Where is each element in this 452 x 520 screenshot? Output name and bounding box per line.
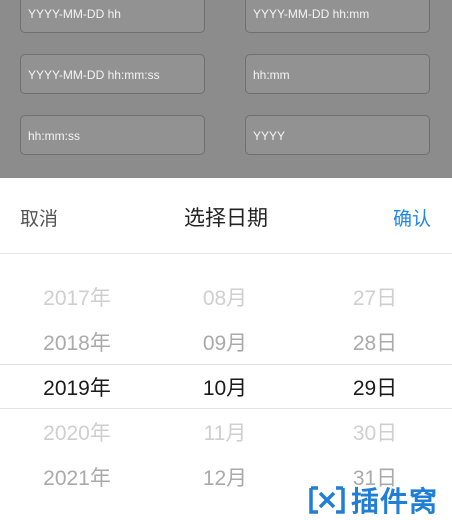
date-picker-sheet: 取消 选择日期 确认 2017年 2018年 2019年 2020年 2021年… xyxy=(0,178,452,519)
time-hhmm-input[interactable]: hh:mm xyxy=(245,54,430,94)
datetime-hour-input[interactable]: YYYY-MM-DD hh xyxy=(20,0,205,33)
year-option[interactable]: 2021年 xyxy=(2,456,152,501)
year-input[interactable]: YYYY xyxy=(245,115,430,155)
watermark-text: 插件窝 xyxy=(351,486,439,517)
day-option[interactable]: 28日 xyxy=(300,321,450,366)
year-option[interactable]: 2018年 xyxy=(2,321,152,366)
year-option-selected[interactable]: 2019年 xyxy=(2,366,152,411)
watermark-logo: 插件窝 xyxy=(307,482,438,518)
month-option[interactable]: 08月 xyxy=(150,276,300,321)
day-option[interactable]: 30日 xyxy=(300,411,450,456)
month-wheel[interactable]: 08月 09月 10月 11月 12月 xyxy=(150,276,300,501)
year-wheel[interactable]: 2017年 2018年 2019年 2020年 2021年 xyxy=(2,276,152,501)
month-option-selected[interactable]: 10月 xyxy=(150,366,300,411)
background-form: YYYY-MM-DD hh YYYY-MM-DD hh:mm YYYY-MM-D… xyxy=(0,0,452,178)
datetime-second-input[interactable]: YYYY-MM-DD hh:mm:ss xyxy=(20,54,205,94)
picker-title: 选择日期 xyxy=(184,207,268,230)
year-option[interactable]: 2017年 xyxy=(2,276,152,321)
month-option[interactable]: 11月 xyxy=(150,411,300,456)
year-option[interactable]: 2020年 xyxy=(2,411,152,456)
day-wheel[interactable]: 27日 28日 29日 30日 31日 xyxy=(300,276,450,501)
day-option-selected[interactable]: 29日 xyxy=(300,366,450,411)
plugin-logo-icon xyxy=(309,486,345,514)
confirm-button[interactable]: 确认 xyxy=(393,204,431,231)
picker-header: 取消 选择日期 确认 xyxy=(0,178,452,254)
time-hhmmss-input[interactable]: hh:mm:ss xyxy=(20,115,205,155)
month-option[interactable]: 09月 xyxy=(150,321,300,366)
datetime-minute-input[interactable]: YYYY-MM-DD hh:mm xyxy=(245,0,430,33)
month-option[interactable]: 12月 xyxy=(150,456,300,501)
day-option[interactable]: 27日 xyxy=(300,276,450,321)
